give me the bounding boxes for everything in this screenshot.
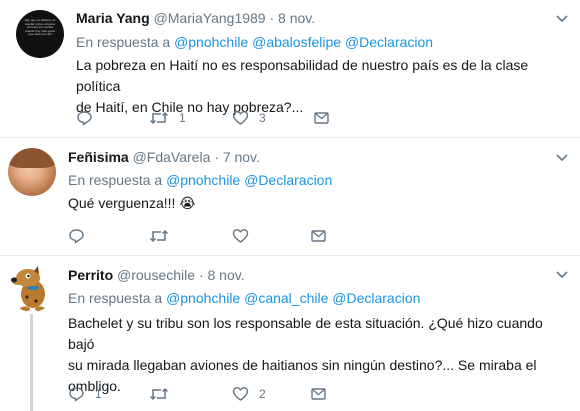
- user-handle[interactable]: @MariaYang1989: [154, 10, 266, 26]
- heart-icon: [232, 229, 249, 243]
- avatar[interactable]: [8, 264, 56, 312]
- crying-face-emoji: 😭: [179, 196, 196, 212]
- display-name[interactable]: Maria Yang: [76, 10, 150, 26]
- heart-icon: [232, 111, 249, 125]
- reply-icon: [77, 111, 92, 126]
- tweet-text-line: su mirada llegaban aviones de haitianos …: [68, 357, 537, 373]
- retweet-button[interactable]: [149, 227, 169, 245]
- chevron-down-icon[interactable]: [554, 269, 570, 281]
- reply-button[interactable]: [68, 227, 85, 245]
- direct-message-button[interactable]: [310, 227, 327, 245]
- separator-dot: ·: [214, 149, 219, 165]
- tweet-fenisima[interactable]: Feñisima @FdaVarela · 7 nov. En respuest…: [0, 138, 580, 256]
- tweet-date[interactable]: 8 nov.: [278, 10, 315, 26]
- reply-prefix: En respuesta a: [68, 172, 163, 188]
- like-button[interactable]: 2: [232, 385, 266, 403]
- mention-link[interactable]: @Declaracion: [345, 34, 433, 50]
- direct-message-button[interactable]: [313, 109, 330, 127]
- thread-line: [30, 314, 33, 411]
- tweet-text: Qué verguenza!!!: [68, 195, 176, 211]
- user-handle[interactable]: @FdaVarela: [133, 149, 211, 165]
- separator-dot: ·: [198, 267, 204, 283]
- avatar-caption: Hay que no debiese de quedar nunca ningu…: [24, 19, 56, 37]
- tweet-date[interactable]: 7 nov.: [223, 149, 260, 165]
- reply-count: 1: [95, 387, 102, 401]
- tweet-date[interactable]: 8 nov.: [208, 267, 245, 283]
- reply-button[interactable]: [76, 109, 93, 127]
- chevron-down-icon[interactable]: [554, 152, 570, 164]
- tweet-text-line: La pobreza en Haití no es responsabilida…: [76, 57, 529, 94]
- mention-link[interactable]: @pnohchile: [166, 172, 240, 188]
- avatar[interactable]: Hay que no debiese de quedar nunca ningu…: [16, 10, 64, 58]
- direct-message-button[interactable]: [310, 385, 327, 403]
- envelope-icon: [311, 388, 326, 400]
- scooby-doo-avatar-icon: [11, 266, 45, 312]
- like-button[interactable]: [232, 227, 249, 245]
- envelope-icon: [311, 230, 326, 242]
- mention-link[interactable]: @pnohchile: [166, 290, 240, 306]
- mention-link[interactable]: @abalosfelipe: [252, 34, 341, 50]
- retweet-button[interactable]: 1: [149, 109, 186, 127]
- retweet-icon: [149, 111, 169, 125]
- tweet-maria-yang[interactable]: Hay que no debiese de quedar nunca ningu…: [0, 0, 580, 138]
- like-button[interactable]: 3: [232, 109, 266, 127]
- retweet-icon: [149, 387, 169, 401]
- heart-icon: [232, 387, 249, 401]
- mention-link[interactable]: @pnohchile: [174, 34, 248, 50]
- reply-prefix: En respuesta a: [68, 290, 163, 306]
- like-count: 3: [259, 111, 266, 125]
- envelope-icon: [314, 112, 329, 124]
- tweet-text-line: Bachelet y su tribu son los responsable …: [68, 315, 543, 352]
- user-handle[interactable]: @rousechile: [117, 267, 195, 283]
- separator-dot: ·: [269, 10, 275, 26]
- reply-icon: [69, 387, 84, 402]
- avatar[interactable]: [8, 148, 56, 196]
- like-count: 2: [259, 387, 266, 401]
- display-name[interactable]: Perrito: [68, 267, 113, 283]
- tweet-perrito[interactable]: Perrito @rousechile · 8 nov. En respuest…: [0, 256, 580, 411]
- display-name[interactable]: Feñisima: [68, 149, 129, 165]
- reply-prefix: En respuesta a: [76, 34, 171, 50]
- retweet-count: 1: [179, 111, 186, 125]
- mention-link[interactable]: @Declaracion: [244, 172, 332, 188]
- mention-link[interactable]: @canal_chile: [244, 290, 328, 306]
- retweet-button[interactable]: [149, 385, 169, 403]
- mention-link[interactable]: @Declaracion: [332, 290, 420, 306]
- reply-button[interactable]: 1: [68, 385, 102, 403]
- reply-icon: [69, 229, 84, 244]
- retweet-icon: [149, 229, 169, 243]
- avatar-hair: [8, 148, 56, 168]
- chevron-down-icon[interactable]: [554, 13, 570, 25]
